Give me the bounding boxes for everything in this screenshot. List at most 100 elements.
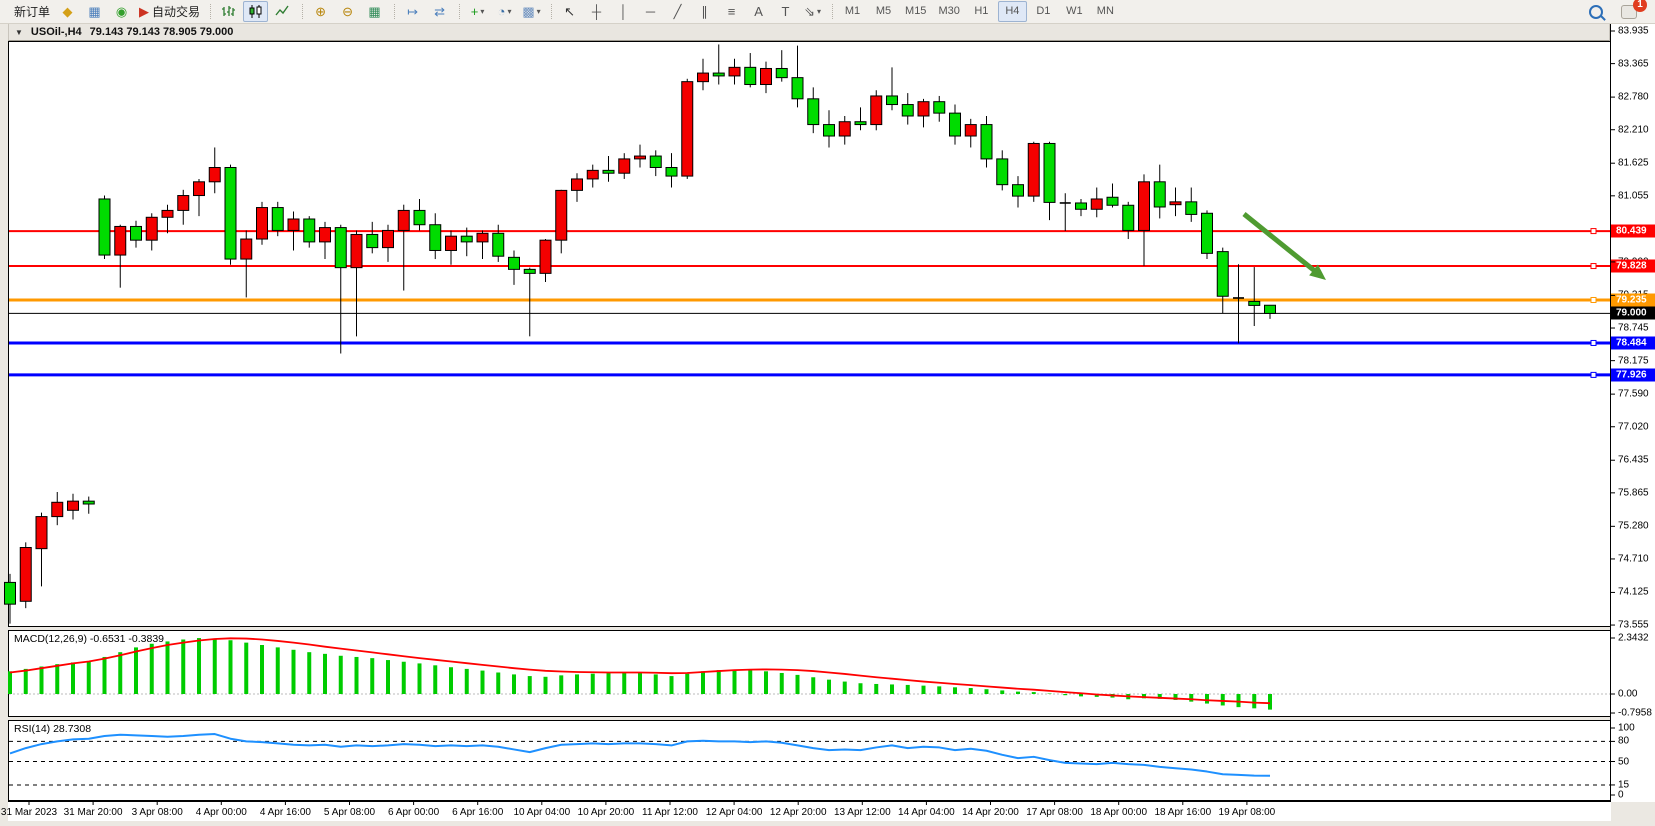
zoom-out-icon: ⊖ (342, 5, 353, 18)
auto-trading-button[interactable]: ▶自动交易 (136, 1, 203, 22)
time-axis-label: 6 Apr 16:00 (452, 807, 503, 818)
text-label-button[interactable]: T (773, 1, 798, 22)
templates-button[interactable]: ▩▾ (519, 1, 544, 22)
periods-icon: ◔ (498, 5, 506, 18)
price-tick-label: 81.055 (1618, 190, 1649, 201)
price-tick-label: 74.125 (1618, 587, 1649, 598)
periods-button[interactable]: ◔▾ (492, 1, 517, 22)
macd-indicator-label: MACD(12,26,9) -0.6531 -0.3839 (14, 633, 164, 645)
search-button[interactable] (1583, 1, 1608, 22)
text-icon: A (754, 5, 763, 18)
auto-trading-icon: ▶ (139, 5, 149, 18)
cursor-icon: ↖ (564, 5, 575, 18)
time-axis[interactable]: 31 Mar 202331 Mar 20:003 Apr 08:004 Apr … (8, 801, 1611, 821)
toolbar-group: ↦⇄ (392, 0, 457, 23)
chart-shift-button[interactable]: ⇄ (427, 1, 452, 22)
chart-menu-icon[interactable]: ▼ (15, 28, 23, 37)
macd-scale-label: 0.00 (1618, 689, 1637, 700)
chart-symbol-label: USOil-,H4 (31, 26, 82, 38)
current-price-label: 79.000 (1611, 307, 1655, 320)
macd-pane[interactable] (8, 630, 1611, 717)
tf-mn-button[interactable]: MN (1091, 1, 1120, 22)
arrows-button[interactable]: ⇘▾ (800, 1, 825, 22)
chevron-down-icon: ▾ (537, 8, 541, 16)
time-axis-label: 31 Mar 2023 (1, 807, 57, 818)
chart-title-bar[interactable]: ▼ USOil-,H4 79.143 79.143 78.905 79.000 (8, 23, 1610, 41)
candlestick-button[interactable] (243, 1, 268, 22)
price-tick-label: 81.625 (1618, 158, 1649, 169)
tf-h4-button[interactable]: H4 (998, 1, 1027, 22)
time-axis-label: 17 Apr 08:00 (1026, 807, 1083, 818)
auto-scroll-button[interactable]: ↦ (400, 1, 425, 22)
zoom-in-button[interactable]: ⊕ (308, 1, 333, 22)
new-order-button[interactable]: 新订单 (8, 1, 53, 22)
tf-m30-button[interactable]: M30 (933, 1, 964, 22)
channel-button[interactable]: ∥ (692, 1, 717, 22)
cursor-button[interactable]: ↖ (557, 1, 582, 22)
fibonacci-button[interactable]: ≡ (719, 1, 744, 22)
trendline-button[interactable]: ╱ (665, 1, 690, 22)
main-price-pane[interactable] (8, 41, 1611, 627)
price-tick-label: 83.365 (1618, 58, 1649, 69)
indicators-icon: + (471, 5, 479, 18)
notification-badge: 1 (1633, 0, 1647, 12)
tf-m5-button[interactable]: M5 (869, 1, 898, 22)
toolbar-group: M1M5M15M30H1H4D1W1MN (830, 0, 1125, 23)
vertical-line-icon: │ (619, 5, 627, 18)
price-tick-label: 73.555 (1618, 620, 1649, 631)
crosshair-button[interactable]: ┼ (584, 1, 609, 22)
notifications-button[interactable]: 1 (1616, 1, 1641, 22)
tf-m1-button[interactable]: M1 (838, 1, 867, 22)
rsi-pane[interactable] (8, 720, 1611, 801)
arrows-icon: ⇘ (804, 5, 815, 18)
templates-icon: ▩ (522, 5, 534, 18)
channel-icon: ∥ (701, 5, 708, 18)
rsi-scale-label: 100 (1618, 723, 1635, 734)
chart-shift-icon: ⇄ (434, 5, 445, 18)
price-tick-label: 83.935 (1618, 26, 1649, 37)
time-axis-label: 14 Apr 04:00 (898, 807, 955, 818)
line-chart-button[interactable] (270, 1, 295, 22)
tf-d1-button[interactable]: D1 (1029, 1, 1058, 22)
market-watch-icon[interactable]: ▦ (82, 1, 107, 22)
horizontal-line-icon: ─ (646, 5, 655, 18)
rsi-scale-label: 50 (1618, 756, 1629, 767)
signals-icon[interactable]: ◉ (109, 1, 134, 22)
time-axis-label: 6 Apr 00:00 (388, 807, 439, 818)
tf-m15-button[interactable]: M15 (900, 1, 931, 22)
price-tick-label: 74.710 (1618, 553, 1649, 564)
time-axis-label: 12 Apr 04:00 (706, 807, 763, 818)
zoom-out-button[interactable]: ⊖ (335, 1, 360, 22)
price-tick-label: 82.780 (1618, 92, 1649, 103)
trading-app-window: 新订单◆▦◉▶自动交易⊕⊖▦↦⇄+▾◔▾▩▾↖┼│─╱∥≡AT⇘▾M1M5M15… (0, 0, 1655, 826)
time-axis-label: 5 Apr 08:00 (324, 807, 375, 818)
toolbar-group: 新订单◆▦ ◉ ▶自动交易 (0, 0, 208, 23)
text-button[interactable]: A (746, 1, 771, 22)
price-line-label: 77.926 (1611, 368, 1655, 381)
bar-chart-button[interactable] (216, 1, 241, 22)
toolbar-group: ⊕ ⊖ ▦ (300, 0, 392, 23)
indicators-button[interactable]: +▾ (465, 1, 490, 22)
signals-icon-icon: ◉ (116, 5, 127, 18)
tf-w1-button[interactable]: W1 (1060, 1, 1089, 22)
rsi-indicator-label: RSI(14) 28.7308 (14, 723, 91, 735)
price-tick-label: 77.590 (1618, 389, 1649, 400)
time-axis-label: 19 Apr 08:00 (1219, 807, 1276, 818)
time-axis-label: 18 Apr 00:00 (1090, 807, 1147, 818)
layers-icon[interactable]: ◆ (55, 1, 80, 22)
chevron-down-icon: ▾ (480, 8, 484, 16)
tf-h1-button[interactable]: H1 (967, 1, 996, 22)
price-line-label: 80.439 (1611, 225, 1655, 238)
zoom-in-icon: ⊕ (315, 5, 326, 18)
chart-ohlc-label: 79.143 79.143 78.905 79.000 (90, 26, 234, 38)
price-tick-label: 75.280 (1618, 521, 1649, 532)
price-tick-label: 77.020 (1618, 421, 1649, 432)
fibonacci-icon: ≡ (728, 5, 736, 18)
price-tick-label: 75.865 (1618, 487, 1649, 498)
tile-windows-button[interactable]: ▦ (362, 1, 387, 22)
time-axis-label: 31 Mar 20:00 (64, 807, 123, 818)
price-scale[interactable]: 83.93583.36582.78082.21081.62581.05579.9… (1610, 23, 1655, 802)
price-line-label: 78.484 (1611, 336, 1655, 349)
vertical-line-button[interactable]: │ (611, 1, 636, 22)
horizontal-line-button[interactable]: ─ (638, 1, 663, 22)
